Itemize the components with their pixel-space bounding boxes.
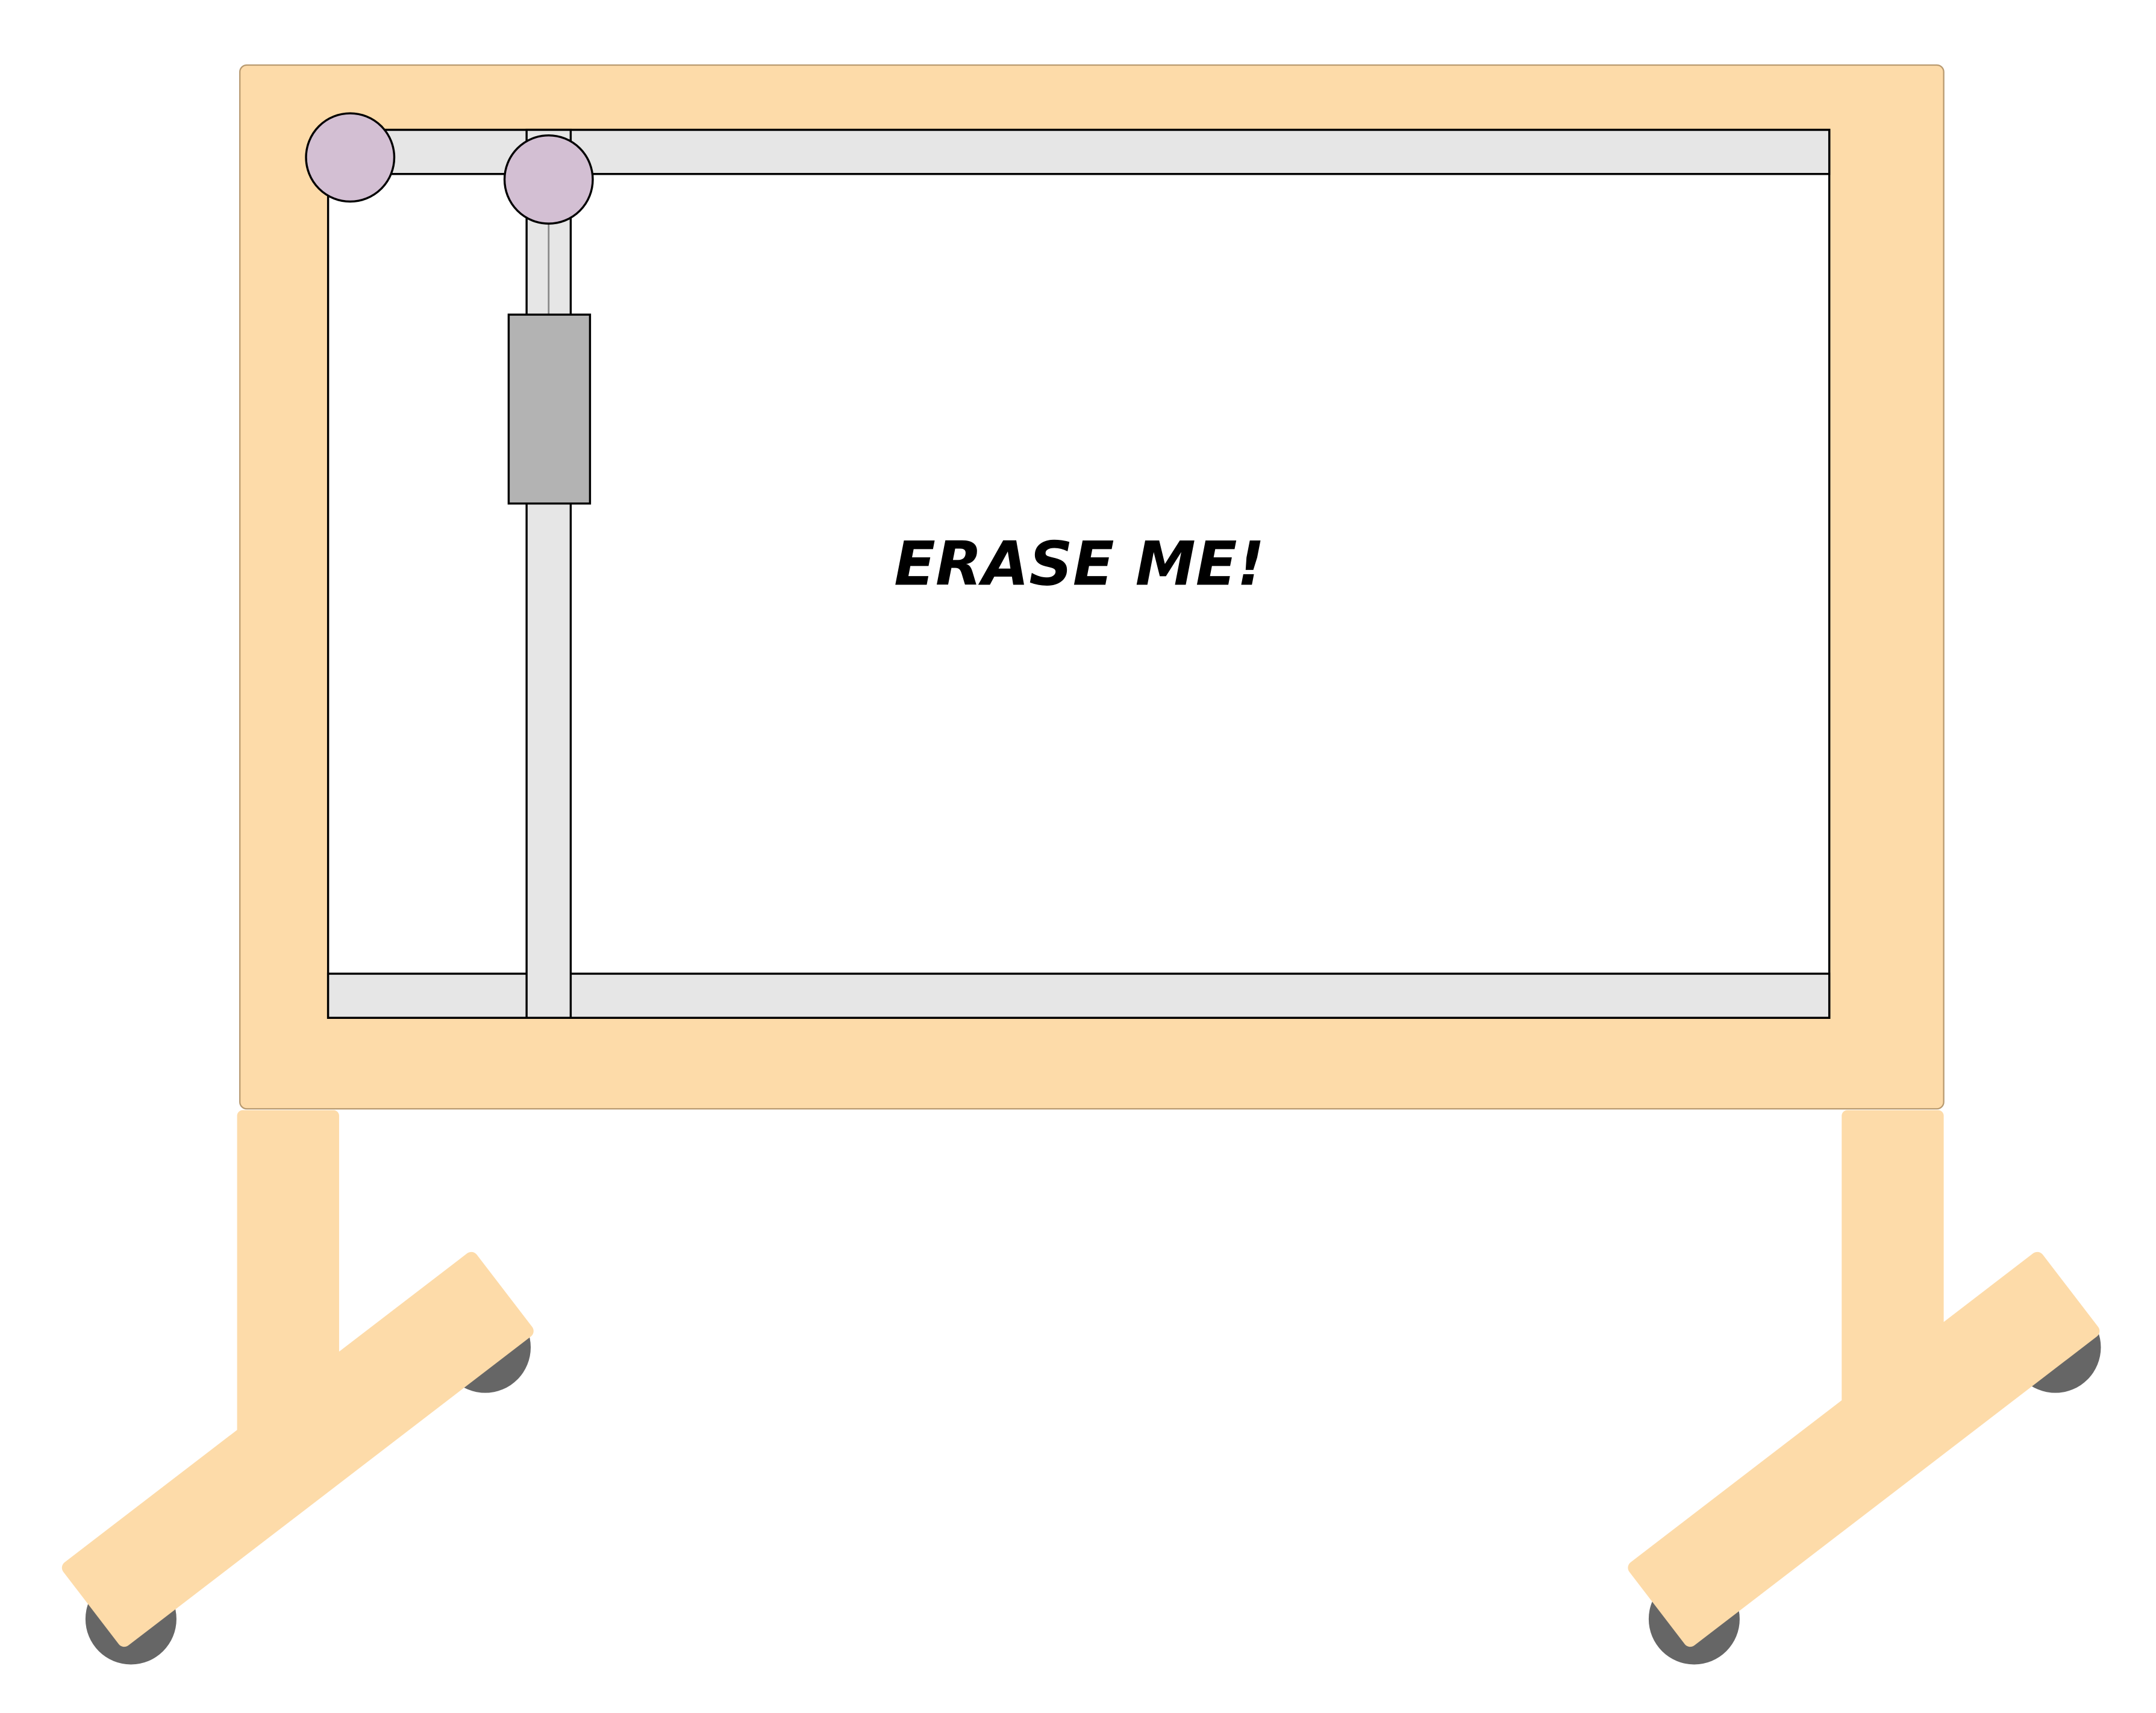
pulley-icon [305, 112, 396, 203]
eraser-icon [507, 313, 592, 505]
right-stand [1628, 1110, 2101, 1665]
board-message: ERASE ME! [894, 529, 1264, 600]
pulley-icon [503, 134, 594, 225]
left-stand [61, 1110, 534, 1665]
whiteboard-plotter-diagram: ERASE ME! [61, 64, 2101, 1665]
